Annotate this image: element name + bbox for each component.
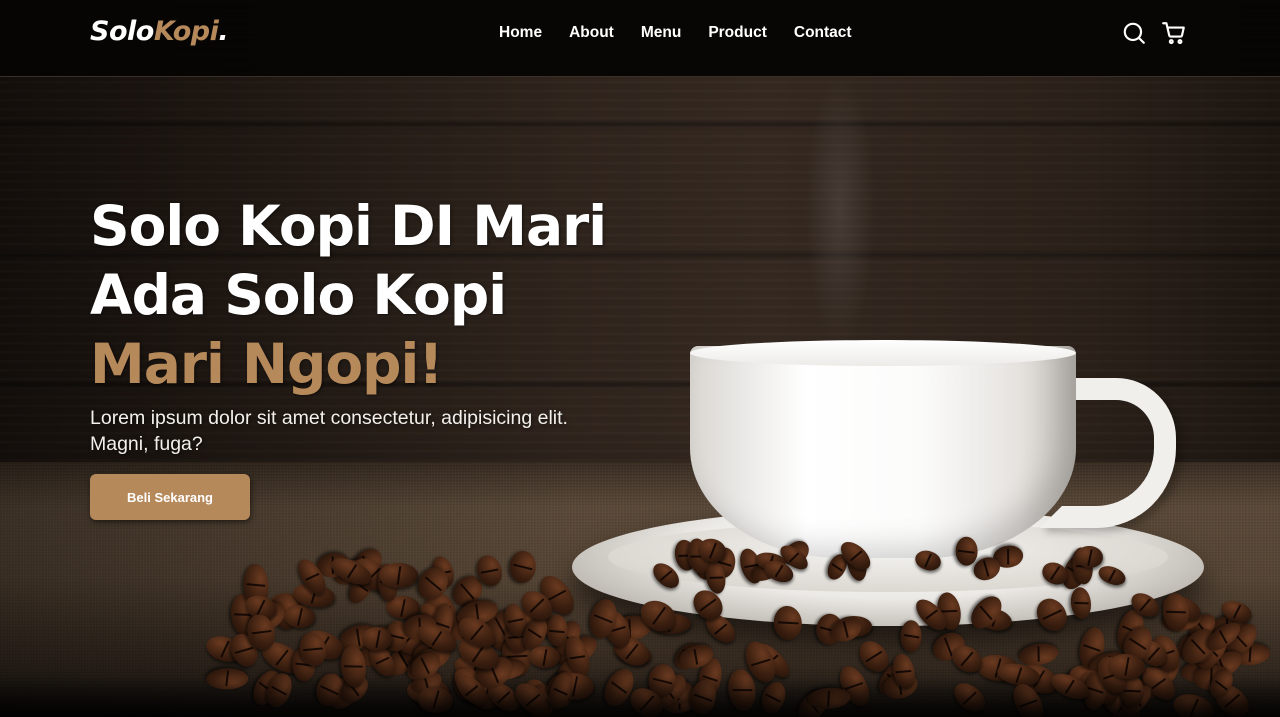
- nav-icons: [1121, 20, 1187, 46]
- cup-rim: [690, 340, 1076, 366]
- shopping-cart-icon[interactable]: [1161, 20, 1187, 46]
- nav-link-about[interactable]: About: [569, 24, 614, 42]
- bottom-shade: [0, 677, 1280, 717]
- navbar: SoloKopi. Home About Menu Product Contac…: [0, 0, 1280, 77]
- nav-link-contact[interactable]: Contact: [794, 24, 852, 42]
- logo-text: Solo: [90, 16, 154, 47]
- logo-accent-text: Kopi: [153, 16, 219, 47]
- hero-title: Solo Kopi DI Mari Ada Solo Kopi Mari Ngo…: [90, 192, 650, 399]
- nav-link-product[interactable]: Product: [708, 24, 767, 42]
- hero-section: Solo Kopi DI Mari Ada Solo Kopi Mari Ngo…: [90, 192, 650, 520]
- search-icon[interactable]: [1121, 20, 1147, 46]
- nav-link-menu[interactable]: Menu: [641, 24, 681, 42]
- hero-title-line-1: Solo Kopi DI Mari: [90, 194, 607, 258]
- main-nav: Home About Menu Product Contact: [499, 24, 879, 42]
- landing-page: SoloKopi. Home About Menu Product Contac…: [0, 0, 1280, 717]
- buy-now-button[interactable]: Beli Sekarang: [90, 474, 250, 520]
- logo[interactable]: SoloKopi.: [90, 16, 229, 47]
- coffee-cup-image: [690, 346, 1076, 558]
- hero-description: Lorem ipsum dolor sit amet consectetur, …: [90, 407, 568, 455]
- hero-title-highlight: Mari Ngopi!: [90, 332, 443, 396]
- logo-suffix: .: [218, 16, 229, 47]
- hero-title-line-2: Ada Solo Kopi: [90, 263, 507, 327]
- nav-link-home[interactable]: Home: [499, 24, 542, 42]
